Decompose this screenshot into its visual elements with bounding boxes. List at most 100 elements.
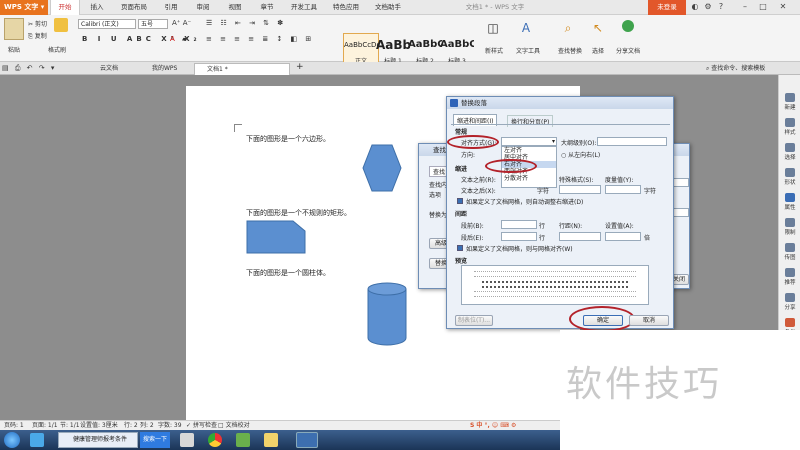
chrome-icon[interactable] bbox=[208, 433, 222, 447]
taskbar-browser-search[interactable]: 健康管理师报考条件 bbox=[58, 432, 138, 448]
wps-taskbar-icon[interactable] bbox=[296, 432, 318, 448]
menu-reference[interactable]: 引用 bbox=[156, 0, 186, 15]
grid-align-checkbox[interactable] bbox=[457, 245, 463, 251]
taskbar-search-button[interactable]: 搜索一下 bbox=[140, 432, 170, 448]
menu-chapter[interactable]: 章节 bbox=[252, 0, 282, 15]
document-tab-bar: ▤ ⎙ ↶ ↷ ▾ 云文档 我的WPS 文档1 * + bbox=[0, 62, 800, 75]
doc-line[interactable]: 下面的图形是一个圆柱体。 bbox=[246, 268, 330, 278]
status-spell[interactable]: ✓ 拼写检查 bbox=[186, 421, 217, 430]
menu-insert[interactable]: 插入 bbox=[82, 0, 112, 15]
outline-level-select[interactable] bbox=[597, 137, 667, 146]
panel-upload-image[interactable]: 传图 bbox=[779, 241, 800, 263]
panel-restrict[interactable]: 限制 bbox=[779, 216, 800, 238]
panel-shape[interactable]: 形状 bbox=[779, 166, 800, 188]
panel-properties[interactable]: 属性 bbox=[779, 191, 800, 213]
quick-access-icons[interactable]: ▤ ⎙ ↶ ↷ ▾ bbox=[2, 64, 56, 73]
copy-button[interactable]: ⎘ 复制 bbox=[28, 31, 47, 41]
font-color-icon[interactable]: A bbox=[170, 35, 175, 43]
panel-style[interactable]: 样式 bbox=[779, 116, 800, 138]
minimize-icon[interactable]: – bbox=[740, 2, 750, 12]
tab-cloud-docs[interactable]: 云文档 bbox=[88, 63, 138, 75]
taskbar-app-icon[interactable] bbox=[30, 433, 44, 447]
set-value-input[interactable] bbox=[605, 232, 641, 241]
ime-icon[interactable]: S 中 °, ☺ ⌨ ⚙ bbox=[470, 421, 516, 430]
document-title: 文档1 * - WPS 文字 bbox=[465, 3, 525, 11]
maximize-icon[interactable]: □ bbox=[758, 2, 768, 12]
paste-icon[interactable] bbox=[4, 18, 24, 40]
menu-start[interactable]: 开始 bbox=[50, 0, 80, 15]
direction-option-label: 从左向右(L) bbox=[568, 152, 601, 159]
share-icon[interactable] bbox=[622, 20, 634, 32]
doc-line[interactable]: 下面的图形是一个六边形。 bbox=[246, 134, 330, 144]
cylinder-shape[interactable] bbox=[366, 281, 408, 347]
tab-my-wps[interactable]: 我的WPS bbox=[140, 63, 190, 75]
select-icon bbox=[785, 143, 795, 152]
tab-line-page-break[interactable]: 换行和分页(P) bbox=[507, 115, 554, 127]
hexagon-shape[interactable] bbox=[362, 144, 402, 192]
direction-ltr-radio[interactable]: ○ 从左向右(L) bbox=[561, 150, 600, 159]
new-style-icon[interactable]: ◫ bbox=[481, 21, 505, 35]
highlight-icon[interactable]: ▰ bbox=[182, 35, 187, 43]
tabstop-button[interactable]: 制表位(T)... bbox=[455, 315, 493, 326]
share-icon bbox=[785, 293, 795, 302]
paste-button[interactable]: 粘贴 bbox=[2, 45, 26, 54]
format-painter-button[interactable]: 格式刷 bbox=[48, 45, 66, 54]
start-icon[interactable] bbox=[4, 432, 20, 448]
space-after-input[interactable] bbox=[501, 232, 537, 241]
skin-icon[interactable]: ◐ bbox=[690, 2, 700, 12]
alignment-select[interactable]: ▾ bbox=[501, 137, 557, 146]
tab-document1[interactable]: 文档1 * bbox=[194, 63, 290, 75]
help-icon[interactable]: ? bbox=[716, 2, 726, 12]
select-icon[interactable]: ↖ bbox=[590, 21, 606, 35]
align-option-distributed[interactable]: 分散对齐 bbox=[502, 175, 556, 182]
font-grow-icon[interactable]: A⁺ A⁻ bbox=[172, 19, 191, 27]
menu-review[interactable]: 审阅 bbox=[188, 0, 218, 15]
panel-recommend[interactable]: 推荐 bbox=[779, 266, 800, 288]
status-proof[interactable]: □ 文档校对 bbox=[218, 421, 250, 430]
panel-new[interactable]: 新建 bbox=[779, 91, 800, 113]
login-button[interactable]: 未登录 bbox=[648, 0, 686, 15]
settings-icon[interactable]: ⚙ bbox=[703, 2, 713, 12]
recommend-icon bbox=[785, 268, 795, 277]
share-button[interactable]: 分享文档 bbox=[612, 46, 644, 55]
menu-assistant[interactable]: 文档助手 bbox=[368, 0, 408, 15]
ribbon: 粘贴 ✂ 剪切 ⎘ 复制 格式刷 Calibri (正文) 五号 A⁺ A⁻ B… bbox=[0, 15, 800, 71]
text-tools-button[interactable]: 文字工具 bbox=[510, 46, 546, 55]
text-tools-icon[interactable]: A bbox=[514, 21, 538, 35]
select-button[interactable]: 选择 bbox=[586, 46, 610, 55]
doc-line[interactable]: 下面的图形是一个不规则的矩形。 bbox=[246, 208, 351, 218]
font-size-select[interactable]: 五号 bbox=[138, 19, 168, 29]
menu-view[interactable]: 视图 bbox=[220, 0, 250, 15]
chevron-down-icon: ▾ bbox=[551, 138, 555, 145]
menu-label: 页面布局 bbox=[121, 3, 147, 11]
file-explorer-icon[interactable] bbox=[264, 433, 278, 447]
panel-select[interactable]: 选择 bbox=[779, 141, 800, 163]
menu-features[interactable]: 特色应用 bbox=[326, 0, 366, 15]
special-format-select[interactable] bbox=[559, 185, 601, 194]
taskbar-green-app-icon[interactable] bbox=[236, 433, 250, 447]
add-tab-icon[interactable]: + bbox=[296, 62, 304, 72]
panel-share[interactable]: 分享 bbox=[779, 291, 800, 313]
menu-developer[interactable]: 开发工具 bbox=[284, 0, 324, 15]
wps-app-button[interactable]: WPS 文字 ▾ bbox=[0, 0, 48, 15]
menu-layout[interactable]: 页面布局 bbox=[114, 0, 154, 15]
close-icon[interactable]: ✕ bbox=[778, 2, 788, 12]
cancel-button[interactable]: 取消 bbox=[629, 315, 669, 326]
irregular-rectangle-shape[interactable] bbox=[246, 220, 306, 254]
cut-button[interactable]: ✂ 剪切 bbox=[28, 19, 47, 28]
line-spacing-select[interactable] bbox=[559, 232, 601, 241]
find-replace-icon[interactable]: ⌕ bbox=[556, 21, 580, 36]
command-search[interactable]: ⌕ 查找命令、搜索模板 bbox=[706, 62, 800, 75]
measure-input[interactable] bbox=[605, 185, 641, 194]
list-buttons[interactable]: ☰ ☷ ⇤ ⇥ ⇅ ✽ bbox=[206, 19, 286, 27]
format-painter-icon[interactable] bbox=[54, 18, 68, 32]
find-replace-button[interactable]: 查找替换 bbox=[552, 46, 588, 55]
space-before-input[interactable] bbox=[501, 220, 537, 229]
align-option-left[interactable]: 左对齐 bbox=[502, 147, 556, 154]
alignment-buttons[interactable]: ≡ ≡ ≡ ≡ ≣ ↕ ◧ ⊞ bbox=[206, 35, 314, 43]
taskbar-tool-icon[interactable] bbox=[180, 433, 194, 447]
new-style-button[interactable]: 新样式 bbox=[479, 46, 509, 55]
panel-label: 选择 bbox=[784, 155, 796, 161]
font-select[interactable]: Calibri (正文) bbox=[78, 19, 136, 29]
grid-indent-checkbox[interactable] bbox=[457, 198, 463, 204]
